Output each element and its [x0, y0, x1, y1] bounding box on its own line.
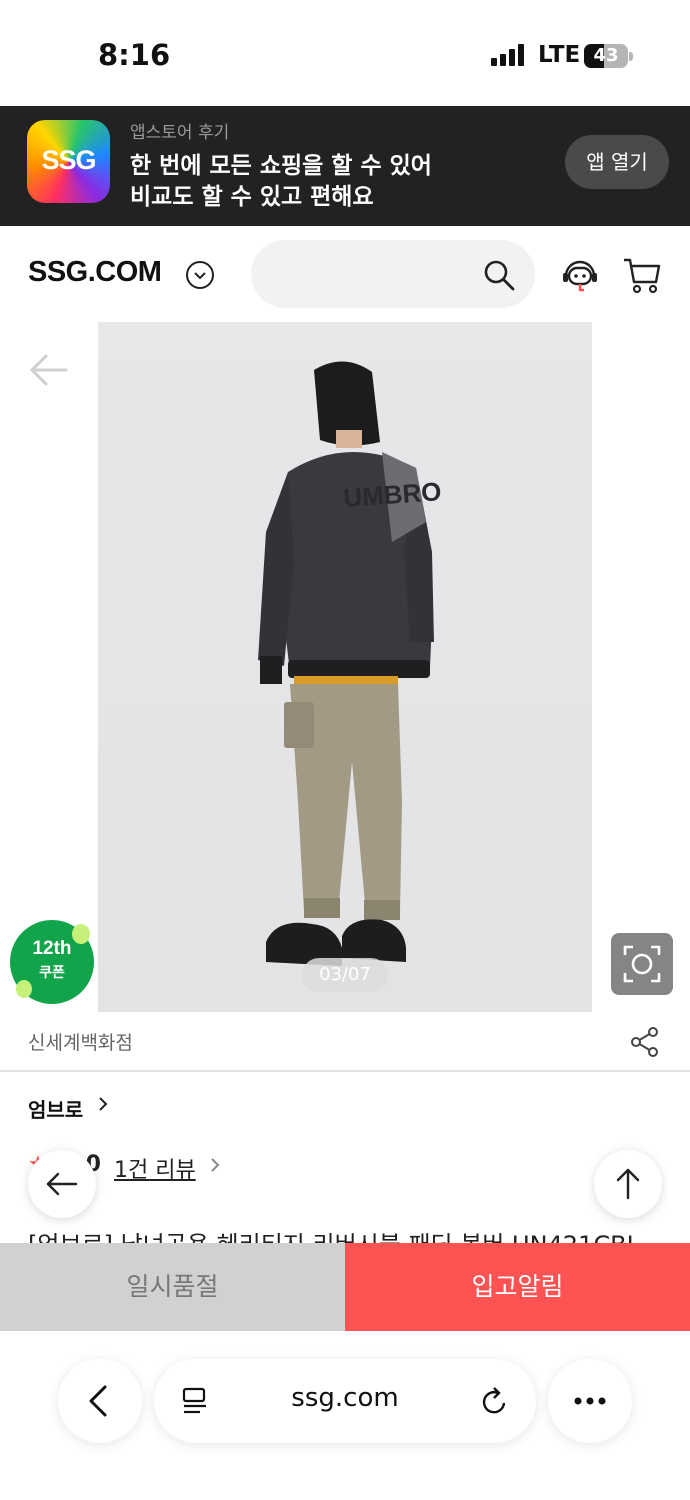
image-counter: 03/07 — [302, 958, 388, 992]
battery-icon: 43 — [584, 44, 628, 68]
image-search-button[interactable] — [611, 933, 673, 995]
seller-row: 신세계백화점 — [0, 1012, 690, 1072]
arrow-left-icon — [46, 1172, 78, 1196]
ssg-app-icon: SSG — [27, 120, 110, 203]
cart-icon[interactable] — [622, 256, 662, 294]
banner-review-line2: 비교도 할 수 있고 편해요 — [130, 184, 374, 210]
browser-back-button[interactable] — [58, 1359, 142, 1443]
arrow-up-icon — [616, 1168, 640, 1200]
floating-back-button[interactable] — [28, 1150, 96, 1218]
banner-review-line1: 한 번에 모든 쇼핑을 할 수 있어 — [130, 153, 432, 179]
restock-notify-button[interactable]: 입고알림 — [345, 1243, 690, 1331]
status-bar: 8:16 LTE 43 — [0, 0, 690, 106]
open-app-button[interactable]: 앱 열기 — [565, 135, 669, 189]
product-title: [엄브로] 남녀공용 헤리티지 리버시블 패딩 봄버 UN421CBJ — [28, 1226, 668, 1244]
browser-more-button[interactable] — [548, 1359, 632, 1443]
reload-icon[interactable] — [480, 1385, 510, 1417]
share-icon[interactable] — [630, 1026, 660, 1058]
signal-icon — [491, 44, 525, 66]
battery-level: 43 — [593, 45, 619, 66]
brand-link[interactable]: 엄브로 — [28, 1094, 83, 1123]
purchase-action-bar: 일시품절 입고알림 — [0, 1243, 690, 1331]
customer-service-icon[interactable] — [560, 256, 600, 294]
chevron-down-icon[interactable] — [186, 261, 214, 289]
chevron-right-icon[interactable] — [208, 1158, 222, 1172]
review-link[interactable]: 1건 리뷰 — [114, 1152, 196, 1184]
svg-text:UMBRO: UMBRO — [342, 476, 442, 513]
coupon-badge[interactable]: 12th 쿠폰 — [10, 920, 94, 1004]
site-header: SSG.COM — [0, 226, 690, 322]
search-icon[interactable] — [482, 258, 516, 292]
balloon-icon — [72, 924, 90, 944]
more-dots-icon — [574, 1397, 606, 1405]
product-image[interactable]: UMBRO — [98, 322, 592, 1012]
gallery-back-arrow-icon[interactable] — [26, 350, 70, 390]
soldout-button[interactable]: 일시품절 — [0, 1243, 345, 1331]
seller-name[interactable]: 신세계백화점 — [28, 1028, 133, 1055]
chevron-right-icon[interactable] — [96, 1097, 110, 1111]
banner-caption: 앱스토어 후기 — [130, 123, 230, 143]
product-gallery[interactable]: UMBRO 03/07 12th 쿠폰 — [0, 322, 690, 1012]
scroll-to-top-button[interactable] — [594, 1150, 662, 1218]
address-bar[interactable]: ssg.com — [154, 1359, 536, 1443]
camera-scan-icon — [623, 945, 661, 983]
balloon-icon — [16, 980, 32, 998]
status-time: 8:16 — [98, 38, 171, 72]
site-logo[interactable]: SSG.COM — [28, 256, 162, 289]
model-illustration: UMBRO — [258, 361, 442, 966]
browser-toolbar: ssg.com — [0, 1331, 690, 1500]
app-install-banner: SSG 앱스토어 후기 한 번에 모든 쇼핑을 할 수 있어 비교도 할 수 있… — [0, 106, 690, 226]
chevron-left-icon — [89, 1385, 107, 1417]
url-text[interactable]: ssg.com — [154, 1383, 536, 1413]
network-type: LTE — [538, 42, 581, 68]
